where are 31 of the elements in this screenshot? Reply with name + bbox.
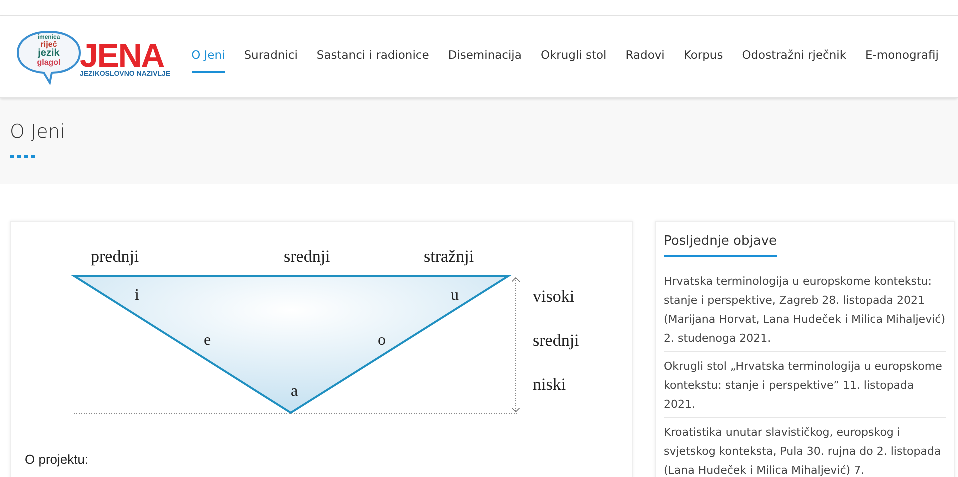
sidebar-title: Posljednje objave xyxy=(664,234,778,257)
vowel-label: i xyxy=(135,287,140,304)
vowel-label: a xyxy=(291,383,298,400)
column-label: srednji xyxy=(284,247,330,266)
nav-tab[interactable]: Okrugli stol xyxy=(540,40,607,73)
row-label: visoki xyxy=(533,287,575,306)
post-link[interactable]: Okrugli stol „Hrvatska terminologija u europskome kontekstu: stanje i perspektive” 11. listopada 2021. xyxy=(664,352,946,418)
section-heading: O projektu: xyxy=(25,452,90,467)
logo-title: JENA xyxy=(80,41,164,71)
nav-tab[interactable]: E-monografij xyxy=(866,40,939,73)
vowel-label: o xyxy=(378,332,386,349)
nav-tab[interactable]: Radovi xyxy=(626,40,665,73)
word-cloud-text: jezik xyxy=(38,48,60,58)
nav-tab[interactable]: Suradnici xyxy=(244,40,298,73)
post-link[interactable]: Hrvatska terminologija u europskome kontekstu: stanje i perspektive, Zagreb 28. listopada 2021 (Marijana Horvat, Lana Hudeček i Milica Mihaljević) 2. studenoga 2021. xyxy=(664,267,946,352)
post-link[interactable]: Kroatistika unutar slavističkog, europskog i svjetskog konteksta, Pula 30. rujna do 2. listopada (Lana Hudeček i Milica Mihaljević) 7. xyxy=(664,418,946,477)
column-label: stražnji xyxy=(424,247,474,266)
word-cloud-text: glagol xyxy=(37,58,61,66)
title-underline-dots xyxy=(10,155,35,158)
row-label: srednji xyxy=(533,331,580,350)
nav-tab[interactable]: Sastanci i radionice xyxy=(316,40,430,73)
page-title: O Jeni xyxy=(10,121,67,143)
vowel-label: e xyxy=(204,332,212,349)
nav-tab[interactable]: Korpus xyxy=(684,40,724,73)
column-label: prednji xyxy=(91,247,140,266)
nav-tab[interactable]: Diseminacija xyxy=(448,40,522,73)
nav-tab[interactable]: Odostražni rječnik xyxy=(742,40,846,73)
word-cloud-text: riječ xyxy=(40,40,58,48)
row-label: niski xyxy=(533,375,566,394)
vowel-label: u xyxy=(451,287,459,304)
nav-tab[interactable]: O Jeni xyxy=(192,40,226,73)
